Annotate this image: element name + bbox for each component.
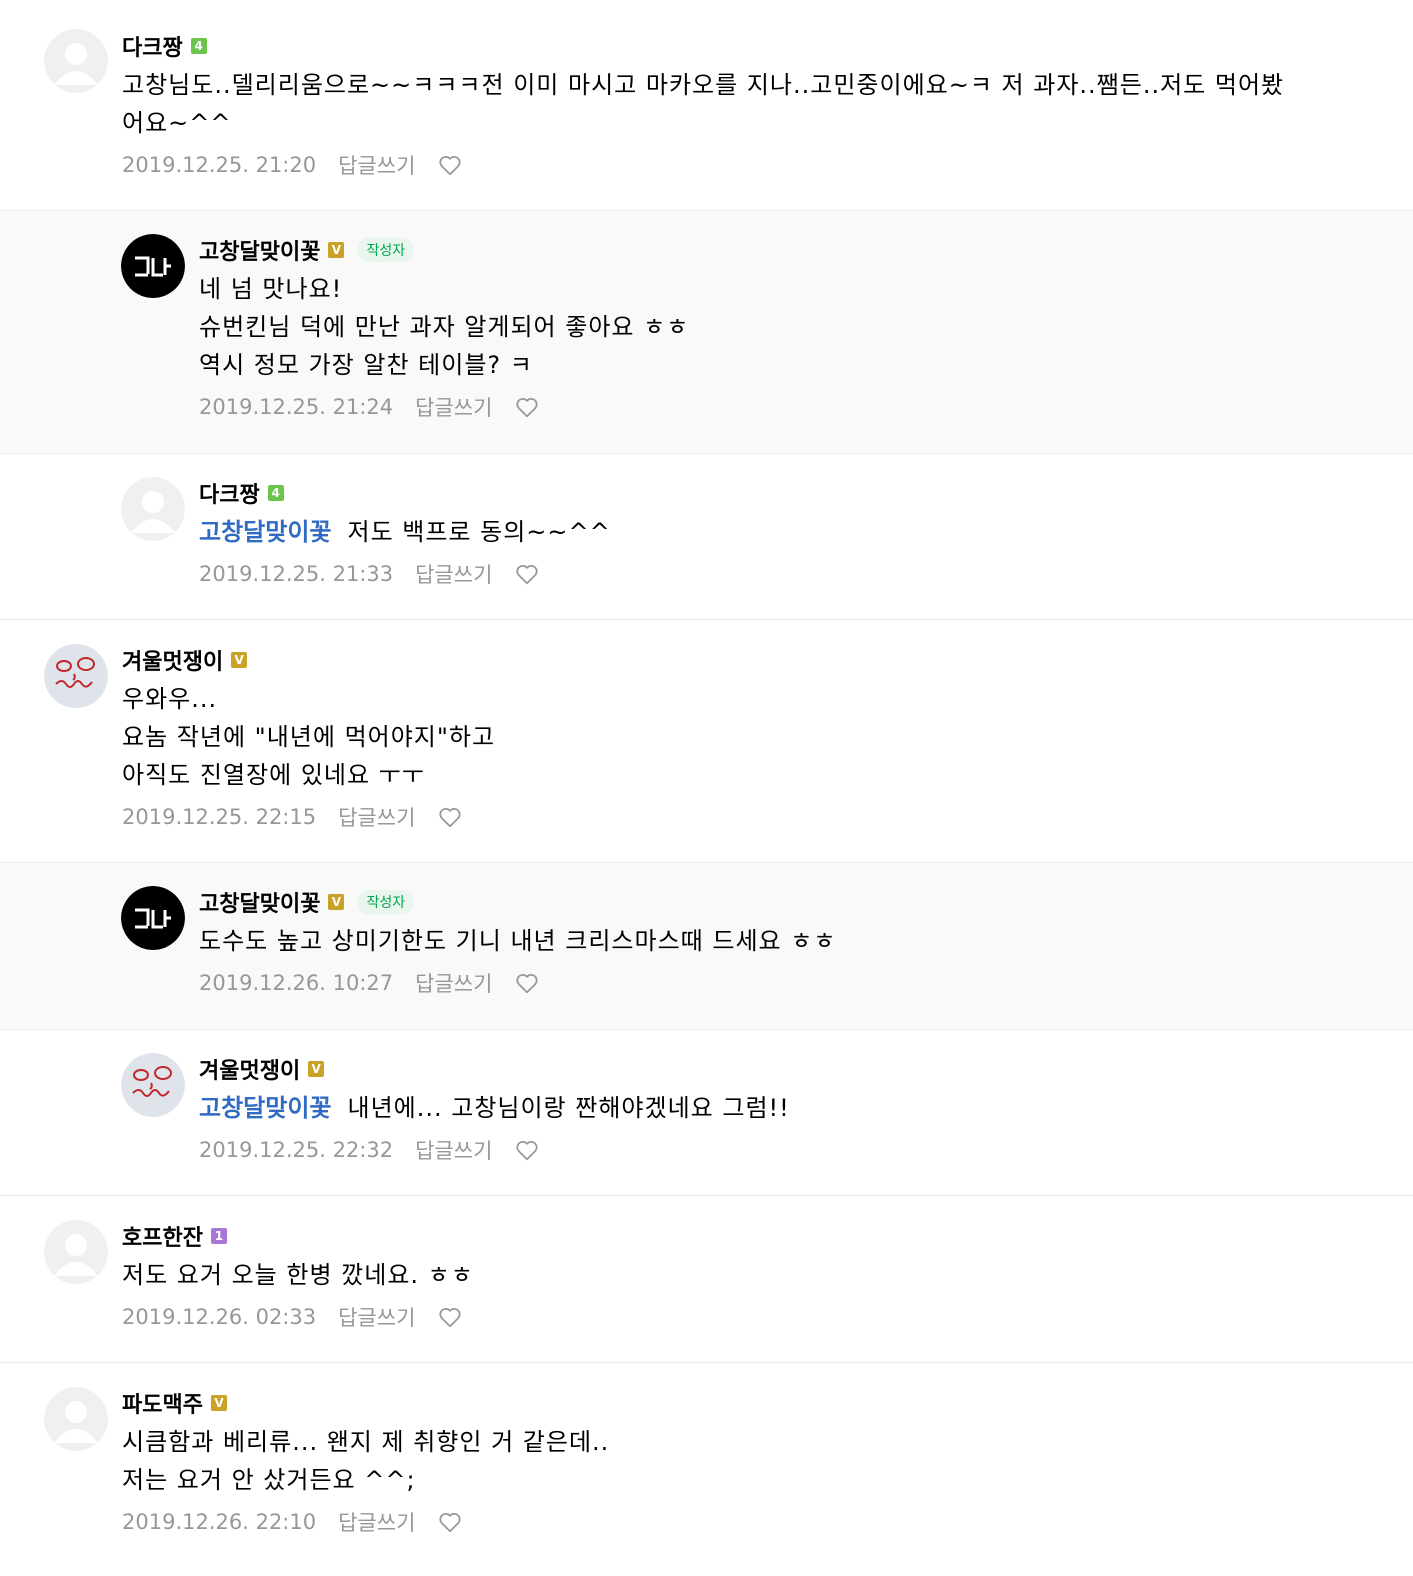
author-logo-avatar[interactable] bbox=[121, 234, 185, 298]
reply-button[interactable]: 답글쓰기 bbox=[338, 1507, 415, 1537]
level-icon: 4 bbox=[190, 38, 207, 54]
comment-text: 저도 요거 오늘 한병 깠네요. ㅎㅎ bbox=[122, 1261, 474, 1289]
default-avatar[interactable] bbox=[121, 477, 185, 541]
comment-date: 2019.12.26. 10:27 bbox=[199, 971, 394, 995]
comment-date: 2019.12.25. 22:15 bbox=[122, 805, 317, 829]
comment-body: 저도 백프로 동의~~^^ bbox=[347, 518, 611, 546]
comment-text: 우와우... 요놈 작년에 "내년에 먹어야지"하고 아직도 진열장에 있네요 … bbox=[122, 685, 496, 789]
heart-icon[interactable] bbox=[437, 1509, 463, 1535]
doodle-avatar[interactable] bbox=[121, 1053, 185, 1117]
comment-text: 시큼함과 베리류... 왠지 제 취향인 거 같은데.. 저는 요거 안 샀거든… bbox=[122, 1428, 610, 1494]
nickname[interactable]: 고창달맞이꽃 bbox=[199, 234, 320, 266]
comment-list: 다크짱 4 고창님도..델리리움으로~~ㅋㅋㅋ전 이미 마시고 마카오를 지나.… bbox=[0, 0, 1413, 1576]
level-icon: 4 bbox=[267, 485, 284, 501]
level-icon: 1 bbox=[210, 1228, 227, 1244]
comment-text: 고창달맞이꽃 내년에... 고창님이랑 짠해야겠네요 그럼!! bbox=[199, 1089, 1393, 1127]
reply-button[interactable]: 답글쓰기 bbox=[338, 802, 415, 832]
nickname[interactable]: 호프한잔 bbox=[122, 1220, 203, 1252]
level-icon: V bbox=[328, 242, 345, 258]
heart-icon[interactable] bbox=[514, 561, 540, 587]
comment-date: 2019.12.25. 21:20 bbox=[122, 153, 317, 177]
comment-text: 도수도 높고 상미기한도 기니 내년 크리스마스때 드세요 ㅎㅎ bbox=[199, 927, 837, 955]
mention-link[interactable]: 고창달맞이꽃 bbox=[199, 1094, 331, 1122]
comment-text: 고창달맞이꽃 저도 백프로 동의~~^^ bbox=[199, 513, 1393, 551]
reply-comment-item: 다크짱 4 고창달맞이꽃 저도 백프로 동의~~^^ 2019.12.25. 21… bbox=[0, 454, 1413, 620]
default-avatar[interactable] bbox=[44, 1220, 108, 1284]
nickname[interactable]: 겨울멋쟁이 bbox=[122, 644, 223, 676]
nickname[interactable]: 겨울멋쟁이 bbox=[199, 1053, 300, 1085]
nickname[interactable]: 다크짱 bbox=[199, 477, 260, 509]
heart-icon[interactable] bbox=[514, 394, 540, 420]
mention-link[interactable]: 고창달맞이꽃 bbox=[199, 518, 331, 546]
heart-icon[interactable] bbox=[514, 1137, 540, 1163]
comment-date: 2019.12.25. 21:24 bbox=[199, 395, 394, 419]
nickname[interactable]: 파도맥주 bbox=[122, 1387, 203, 1419]
comment-date: 2019.12.26. 22:10 bbox=[122, 1510, 317, 1534]
reply-button[interactable]: 답글쓰기 bbox=[338, 1302, 415, 1332]
heart-icon[interactable] bbox=[437, 1304, 463, 1330]
comment-item: 파도맥주 V 시큼함과 베리류... 왠지 제 취향인 거 같은데.. 저는 요… bbox=[0, 1363, 1413, 1576]
author-logo-avatar[interactable] bbox=[121, 886, 185, 950]
comment-item: 다크짱 4 고창님도..델리리움으로~~ㅋㅋㅋ전 이미 마시고 마카오를 지나.… bbox=[0, 0, 1413, 211]
comment-text: 네 넘 맛나요! 슈번킨님 덕에 만난 과자 알게되어 좋아요 ㅎㅎ 역시 정모… bbox=[199, 275, 690, 379]
level-icon: V bbox=[328, 894, 345, 910]
nickname[interactable]: 다크짱 bbox=[122, 30, 183, 62]
comment-date: 2019.12.25. 22:32 bbox=[199, 1138, 394, 1162]
reply-comment-item: 고창달맞이꽃 V 작성자 네 넘 맛나요! 슈번킨님 덕에 만난 과자 알게되어… bbox=[0, 211, 1413, 454]
reply-button[interactable]: 답글쓰기 bbox=[415, 559, 492, 589]
comment-item: 호프한잔 1 저도 요거 오늘 한병 깠네요. ㅎㅎ 2019.12.26. 0… bbox=[0, 1196, 1413, 1363]
reply-comment-item: 고창달맞이꽃 V 작성자 도수도 높고 상미기한도 기니 내년 크리스마스때 드… bbox=[0, 863, 1413, 1030]
level-icon: V bbox=[231, 652, 248, 668]
default-avatar[interactable] bbox=[44, 29, 108, 93]
comment-body: 내년에... 고창님이랑 짠해야겠네요 그럼!! bbox=[347, 1094, 790, 1122]
author-badge: 작성자 bbox=[358, 890, 414, 914]
heart-icon[interactable] bbox=[437, 804, 463, 830]
default-avatar[interactable] bbox=[44, 1387, 108, 1451]
nickname[interactable]: 고창달맞이꽃 bbox=[199, 886, 320, 918]
comment-item: 겨울멋쟁이 V 우와우... 요놈 작년에 "내년에 먹어야지"하고 아직도 진… bbox=[0, 620, 1413, 863]
reply-button[interactable]: 답글쓰기 bbox=[415, 1135, 492, 1165]
comment-text: 고창님도..델리리움으로~~ㅋㅋㅋ전 이미 마시고 마카오를 지나..고민중이에… bbox=[122, 71, 1285, 137]
heart-icon[interactable] bbox=[514, 970, 540, 996]
doodle-avatar[interactable] bbox=[44, 644, 108, 708]
comment-date: 2019.12.25. 21:33 bbox=[199, 562, 394, 586]
reply-button[interactable]: 답글쓰기 bbox=[338, 150, 415, 180]
reply-button[interactable]: 답글쓰기 bbox=[415, 392, 492, 422]
comment-date: 2019.12.26. 02:33 bbox=[122, 1305, 317, 1329]
level-icon: V bbox=[210, 1395, 227, 1411]
author-badge: 작성자 bbox=[358, 238, 414, 262]
reply-button[interactable]: 답글쓰기 bbox=[415, 968, 492, 998]
heart-icon[interactable] bbox=[437, 152, 463, 178]
level-icon: V bbox=[308, 1061, 325, 1077]
reply-comment-item: 겨울멋쟁이 V 고창달맞이꽃 내년에... 고창님이랑 짠해야겠네요 그럼!! 2… bbox=[0, 1030, 1413, 1196]
